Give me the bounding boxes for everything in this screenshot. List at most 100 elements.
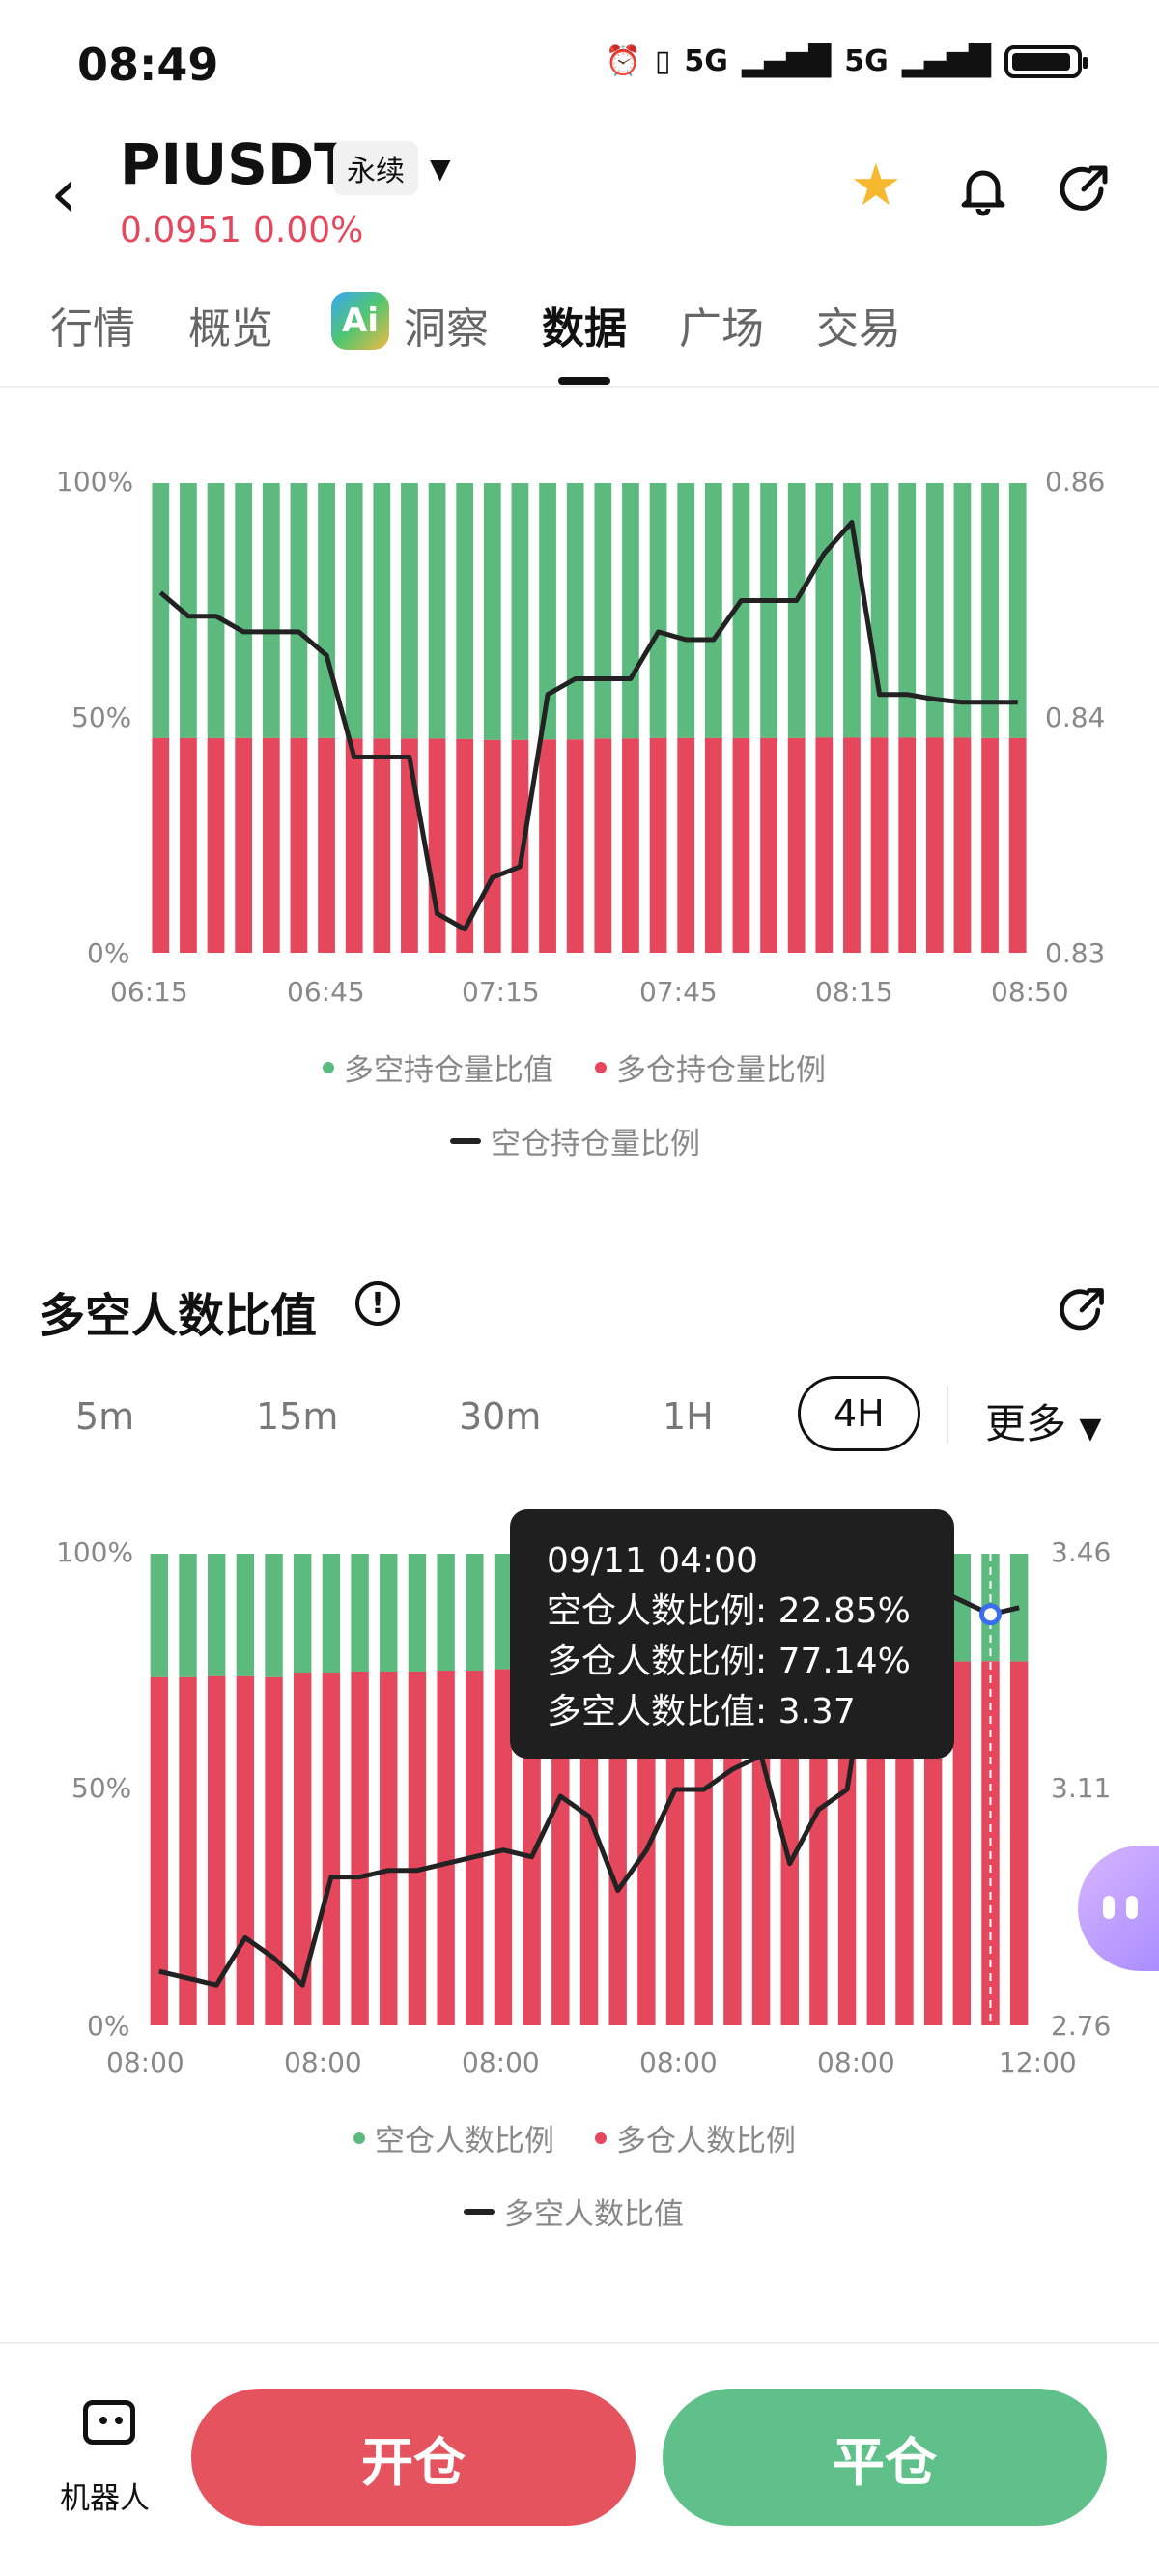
tab-square[interactable]: 广场 bbox=[679, 294, 764, 356]
chart2-left-tick: 50% bbox=[71, 1772, 132, 1804]
symbol-dropdown-icon[interactable]: ▼ bbox=[430, 153, 451, 185]
chart1-x-tick: 06:15 bbox=[110, 976, 188, 1008]
bar-segment-upper bbox=[401, 483, 418, 739]
period-30m[interactable]: 30m bbox=[459, 1395, 541, 1438]
robot-icon[interactable] bbox=[83, 2400, 135, 2445]
bar-segment-upper bbox=[870, 483, 889, 738]
open-position-button[interactable]: 开仓 bbox=[191, 2389, 636, 2526]
network-5g-label: 5G bbox=[684, 44, 728, 78]
legend-label: 空仓人数比例 bbox=[375, 2124, 554, 2159]
bar-segment-lower bbox=[704, 737, 722, 953]
bar-segment-lower bbox=[294, 1672, 312, 2025]
bar-segment-upper bbox=[952, 1554, 972, 1662]
more-label: 更多 bbox=[985, 1400, 1067, 1447]
back-icon[interactable]: ‹ bbox=[50, 159, 77, 227]
favorite-star-icon[interactable]: ★ bbox=[850, 157, 902, 215]
bar-segment-upper bbox=[351, 1554, 369, 1672]
bar-segment-lower bbox=[265, 1676, 283, 2025]
period-1h[interactable]: 1H bbox=[663, 1395, 714, 1438]
bar-segment-lower bbox=[925, 737, 944, 953]
legend-label: 空仓持仓量比例 bbox=[491, 1127, 700, 1161]
price-change: 0.00% bbox=[253, 211, 364, 250]
info-icon[interactable]: ! bbox=[355, 1281, 400, 1326]
bar-segment-upper bbox=[815, 483, 834, 738]
bar-segment-upper bbox=[152, 483, 170, 738]
chart2-legend-line[interactable]: 多空人数比值 bbox=[464, 2190, 684, 2233]
period-5m[interactable]: 5m bbox=[75, 1395, 134, 1438]
bar-segment-upper bbox=[235, 483, 253, 738]
bar-segment-lower bbox=[649, 737, 667, 953]
period-4h[interactable]: 4H bbox=[798, 1376, 920, 1451]
bar-segment-upper bbox=[898, 483, 917, 738]
tooltip-ls-ratio: 多空人数比值: 3.37 bbox=[547, 1692, 856, 1732]
chart1-left-tick: 0% bbox=[87, 937, 130, 969]
position-ratio-chart-svg bbox=[152, 483, 1027, 953]
bar-segment-lower bbox=[373, 738, 391, 953]
chart1-x-tick: 07:15 bbox=[462, 976, 540, 1008]
close-position-button[interactable]: 平仓 bbox=[663, 2389, 1107, 2526]
bar-segment-upper bbox=[179, 1554, 197, 1677]
chart1-legend-green[interactable]: 多空持仓量比值 bbox=[323, 1045, 553, 1089]
legend-label: 多空人数比值 bbox=[504, 2197, 684, 2232]
bar-segment-lower bbox=[952, 1661, 972, 2025]
robot-label[interactable]: 机器人 bbox=[60, 2474, 150, 2517]
legend-dot-red bbox=[595, 1061, 607, 1073]
battery-icon bbox=[1004, 44, 1088, 78]
bar-segment-upper bbox=[207, 483, 225, 738]
chart1-legend-red[interactable]: 多仓持仓量比例 bbox=[595, 1045, 826, 1089]
legend-label: 多仓人数比例 bbox=[616, 2124, 796, 2159]
chart2-x-tick: 08:00 bbox=[106, 2046, 184, 2078]
bar-segment-upper bbox=[207, 1554, 226, 1676]
bar-segment-lower bbox=[290, 737, 308, 953]
bar-segment-upper bbox=[649, 483, 667, 738]
bar-segment-lower bbox=[815, 737, 834, 953]
more-periods-button[interactable]: 更多 ▼ bbox=[985, 1391, 1101, 1450]
assistant-eye bbox=[1126, 1896, 1138, 1919]
legend-label: 多仓持仓量比例 bbox=[616, 1053, 826, 1088]
chart1-x-tick: 06:45 bbox=[287, 976, 365, 1008]
position-ratio-chart[interactable] bbox=[39, 462, 1140, 1003]
last-price: 0.0951 bbox=[120, 211, 241, 250]
share-icon[interactable] bbox=[1055, 160, 1113, 218]
legend-dot-red bbox=[595, 2132, 607, 2144]
bar-segment-lower bbox=[566, 739, 584, 953]
bell-icon[interactable] bbox=[954, 160, 1012, 218]
bar-segment-upper bbox=[345, 483, 363, 739]
bar-segment-lower bbox=[483, 739, 501, 953]
tab-insight[interactable]: 洞察 bbox=[404, 294, 489, 356]
signal-icon: ▂▄▆█ bbox=[741, 44, 832, 78]
tab-trade[interactable]: 交易 bbox=[816, 294, 901, 356]
chart1-legend-line[interactable]: 空仓持仓量比例 bbox=[450, 1119, 700, 1162]
chart2-left-tick: 100% bbox=[56, 1536, 134, 1568]
chart2-legend-red[interactable]: 多仓人数比例 bbox=[595, 2116, 796, 2160]
bar-segment-upper bbox=[322, 1554, 341, 1673]
bar-segment-lower bbox=[594, 738, 612, 953]
bar-segment-lower bbox=[732, 737, 750, 953]
bar-segment-lower bbox=[787, 737, 806, 953]
bar-segment-lower bbox=[1008, 737, 1027, 953]
chart1-x-tick: 08:50 bbox=[991, 976, 1069, 1008]
network-5g-label-2: 5G bbox=[844, 44, 889, 78]
chart2-x-tick: 08:00 bbox=[817, 2046, 895, 2078]
bar-segment-upper bbox=[408, 1554, 427, 1672]
status-icons: ⏰ ▯ 5G ▂▄▆█ 5G ▂▄▆█ bbox=[606, 44, 1088, 78]
bar-segment-upper bbox=[262, 483, 280, 738]
share-chart-icon[interactable] bbox=[1055, 1283, 1109, 1337]
tab-market[interactable]: 行情 bbox=[50, 294, 135, 356]
symbol-title[interactable]: PIUSDT bbox=[120, 131, 353, 197]
bar-segment-lower bbox=[380, 1672, 398, 2025]
chart2-x-tick: 08:00 bbox=[462, 2046, 540, 2078]
bar-segment-lower bbox=[236, 1675, 255, 2025]
bar-segment-lower bbox=[898, 737, 917, 953]
bar-segment-upper bbox=[428, 483, 446, 739]
bar-segment-lower bbox=[318, 737, 335, 953]
chart2-right-tick: 3.46 bbox=[1051, 1536, 1112, 1568]
period-15m[interactable]: 15m bbox=[256, 1395, 338, 1438]
legend-line-swatch bbox=[450, 1137, 481, 1144]
bar-segment-upper bbox=[373, 483, 391, 739]
bar-segment-lower bbox=[843, 737, 861, 953]
chart2-legend-green[interactable]: 空仓人数比例 bbox=[353, 2116, 554, 2160]
tab-data[interactable]: 数据 bbox=[542, 294, 627, 356]
tooltip-long-ratio: 多仓人数比例: 77.14% bbox=[547, 1642, 911, 1681]
tab-overview[interactable]: 概览 bbox=[188, 294, 273, 356]
